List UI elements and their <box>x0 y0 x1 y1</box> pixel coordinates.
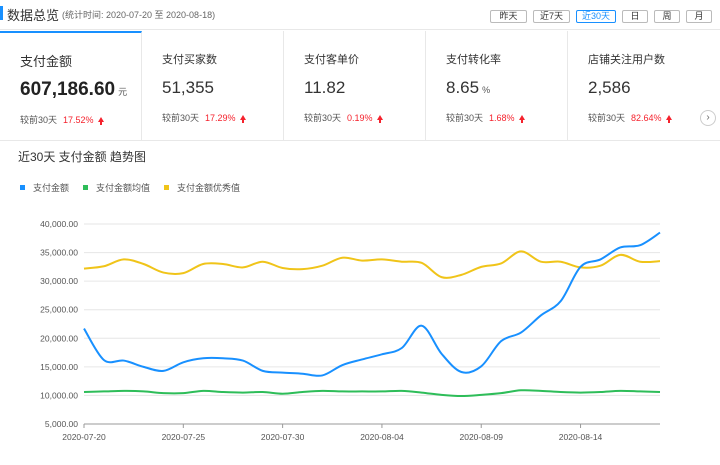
title-marker <box>0 6 3 20</box>
x-tick-label: 2020-08-04 <box>360 432 404 442</box>
trend-chart: 5,000.00 10,000.00 15,000.00 20,000.00 25,00… <box>40 219 661 442</box>
kpi-value: 607,186.60 元 <box>20 79 128 100</box>
arrow-up-icon <box>376 115 383 123</box>
legend-item-average[interactable]: 支付金额均值 <box>83 181 150 194</box>
kpi-cards: 支付金额 607,186.60 元 较前30天 17.52% 支付买家数 51,35… <box>0 31 720 141</box>
arrow-up-icon <box>518 115 525 123</box>
range-day-button[interactable]: 日 <box>622 10 648 23</box>
overview-header: 数据总览 (统计时间: 2020-07-20 至 2020-08-18) 昨天 … <box>0 0 720 30</box>
x-tick-label: 2020-08-09 <box>459 432 503 442</box>
series-line-excellent <box>83 250 661 279</box>
arrow-up-icon <box>97 117 104 125</box>
kpi-change: 1.68% <box>489 113 515 123</box>
chart-title: 近30天 支付金额 趋势图 <box>18 150 147 164</box>
kpi-label: 支付客单价 <box>304 54 359 66</box>
kpi-value: 11.82 <box>304 78 346 97</box>
kpi-card-store-followers[interactable]: 店铺关注用户数 2,586 较前30天 82.64% <box>568 31 710 141</box>
chart-legend: 支付金额 支付金额均值 支付金额优秀值 <box>20 181 240 194</box>
arrow-up-icon <box>239 115 246 123</box>
y-tick-label: 30,000.00 <box>40 276 78 286</box>
legend-label: 支付金额 <box>33 183 70 193</box>
kpi-compare: 较前30天 17.52% <box>20 113 104 126</box>
kpi-value: 51,355 <box>162 78 214 97</box>
kpi-compare: 较前30天 17.29% <box>162 111 246 124</box>
kpi-compare: 较前30天 1.68% <box>446 111 525 124</box>
arrow-up-icon <box>665 115 672 123</box>
y-tick-label: 20,000.00 <box>40 333 78 343</box>
kpi-unit: % <box>482 85 491 95</box>
legend-item-payment-amount[interactable]: 支付金额 <box>20 181 69 194</box>
y-tick-label: 15,000.00 <box>40 362 78 372</box>
range-week-button[interactable]: 周 <box>654 10 680 23</box>
legend-swatch <box>164 185 170 190</box>
range-7-days-button[interactable]: 近7天 <box>533 10 570 23</box>
x-tick-label: 2020-07-30 <box>261 432 305 442</box>
x-tick-label: 2020-07-20 <box>62 432 106 442</box>
series-line-payment-amount <box>83 231 661 377</box>
range-30-days-button[interactable]: 近30天 <box>576 10 616 23</box>
x-tick-label: 2020-07-25 <box>162 432 206 442</box>
y-tick-label: 5,000.00 <box>45 419 78 429</box>
range-yesterday-button[interactable]: 昨天 <box>490 10 527 23</box>
kpi-card-avg-order-value[interactable]: 支付客单价 11.82 较前30天 0.19% <box>284 31 426 141</box>
kpi-unit: 元 <box>118 87 128 97</box>
kpi-change: 17.52% <box>63 115 94 125</box>
y-tick-label: 25,000.00 <box>40 305 78 315</box>
kpi-card-conversion-rate[interactable]: 支付转化率 8.65% 较前30天 1.68% <box>426 31 568 141</box>
y-tick-label: 40,000.00 <box>40 219 78 229</box>
kpi-label: 支付转化率 <box>446 54 501 66</box>
range-month-button[interactable]: 月 <box>686 10 712 23</box>
y-tick-label: 35,000.00 <box>40 248 78 258</box>
legend-label: 支付金额均值 <box>96 183 151 193</box>
legend-label: 支付金额优秀值 <box>177 183 241 193</box>
kpi-label: 店铺关注用户数 <box>588 54 665 66</box>
legend-swatch <box>83 185 89 190</box>
kpi-change: 0.19% <box>347 113 373 123</box>
kpi-card-payment-amount[interactable]: 支付金额 607,186.60 元 较前30天 17.52% <box>0 31 142 141</box>
kpi-card-paying-buyers[interactable]: 支付买家数 51,355 较前30天 17.29% <box>142 31 284 141</box>
kpi-change: 17.29% <box>205 113 236 123</box>
kpi-label: 支付买家数 <box>162 54 217 66</box>
legend-item-excellent[interactable]: 支付金额优秀值 <box>164 181 240 194</box>
kpi-compare: 较前30天 0.19% <box>304 111 383 124</box>
page-title: 数据总览 <box>7 8 60 23</box>
x-tick-label: 2020-08-14 <box>559 432 603 442</box>
range-selector: 昨天 近7天 近30天 日 周 月 <box>490 10 712 23</box>
kpi-change: 82.64% <box>631 113 662 123</box>
y-tick-label: 10,000.00 <box>40 390 78 400</box>
kpi-value: 8.65% <box>446 78 491 97</box>
statistics-period: (统计时间: 2020-07-20 至 2020-08-18) <box>62 10 216 20</box>
kpi-compare: 较前30天 82.64% <box>588 111 672 124</box>
legend-swatch <box>20 185 25 190</box>
chevron-right-icon[interactable]: › <box>700 110 716 126</box>
kpi-label: 支付金额 <box>20 54 73 69</box>
kpi-value: 2,586 <box>588 78 631 97</box>
